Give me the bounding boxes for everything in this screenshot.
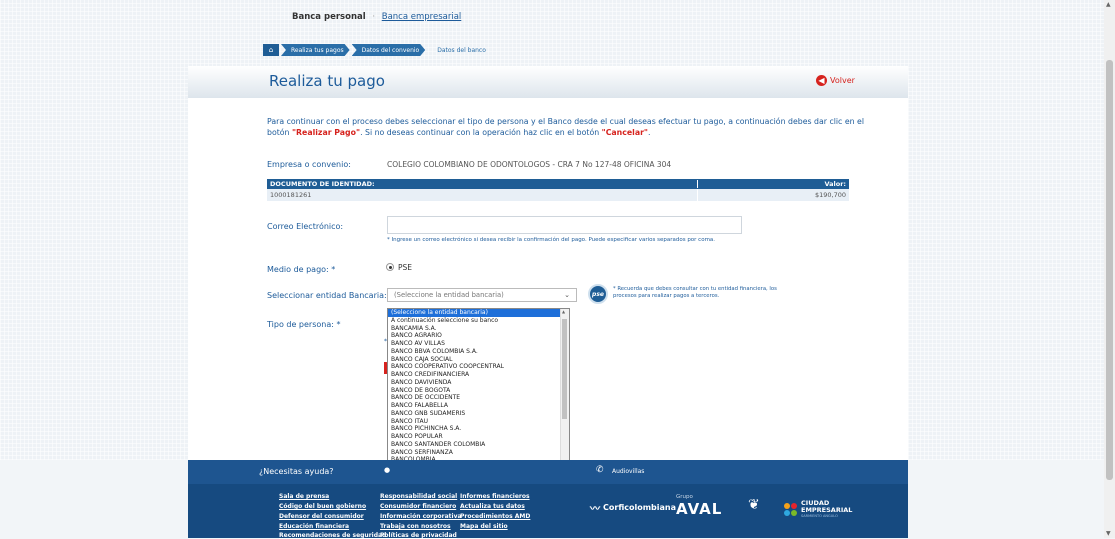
nav-separator: · — [372, 12, 376, 22]
bank-option[interactable]: BANCO DE BOGOTA — [388, 387, 569, 395]
home-icon[interactable]: ⌂ — [263, 44, 279, 56]
breadcrumb-step-convenio[interactable]: Datos del convenio — [352, 44, 426, 56]
bank-option[interactable]: BANCO GNB SUDAMERIS — [388, 410, 569, 418]
chevron-down-icon: ⌄ — [564, 291, 570, 299]
breadcrumb: ⌂ Realiza tus pagos Datos del convenio D… — [263, 44, 492, 56]
intro-part3: . — [648, 128, 651, 137]
top-nav: Banca personal · Banca empresarial — [292, 12, 461, 22]
bird-logo-icon[interactable]: ❦ — [748, 497, 760, 513]
breadcrumb-step-banco: Datos del banco — [437, 46, 486, 54]
bank-option[interactable]: BANCO DAVIVIENDA — [388, 379, 569, 387]
scroll-down-arrow[interactable]: ▼ — [1106, 530, 1111, 537]
footer-link[interactable]: Actualiza tus datos — [460, 503, 525, 510]
bank-option[interactable]: BANCO SERFINANZA — [388, 449, 569, 457]
scroll-up-arrow[interactable]: ▲ — [1106, 1, 1111, 8]
dropdown-scroll-thumb[interactable] — [562, 319, 567, 419]
bank-option[interactable]: BANCO AGRARIO — [388, 332, 569, 340]
colored-dots-icon — [784, 502, 797, 516]
pse-logo-icon: pse — [588, 284, 608, 304]
email-field[interactable] — [387, 216, 742, 234]
banca-personal-link[interactable]: Banca personal — [292, 12, 366, 22]
footer-link[interactable]: Procedimientos AMD — [460, 513, 530, 520]
entidad-label: Seleccionar entidad Bancaria: * — [267, 291, 394, 300]
pse-note: * Recuerda que debes consultar con tu en… — [613, 286, 777, 299]
bank-option[interactable]: BANCO CREDIFINANCIERA — [388, 371, 569, 379]
bank-option[interactable]: BANCO CAJA SOCIAL — [388, 356, 569, 364]
audiovillas-link[interactable]: Audiovillas — [612, 468, 644, 475]
bank-select[interactable]: (Seleccione la entidad bancaria) ⌄ — [387, 288, 577, 302]
empresa-value: COLEGIO COLOMBIANO DE ODONTOLOGOS - CRA … — [387, 160, 672, 169]
footer-link[interactable]: Sala de prensa — [279, 493, 329, 500]
footer-link[interactable]: Trabaja con nosotros — [380, 523, 451, 530]
arrow-left-icon: ◀ — [816, 75, 827, 86]
intro-text: Para continuar con el proceso debes sele… — [267, 116, 867, 138]
document-number: 1000181261 — [270, 191, 312, 199]
bank-option[interactable]: A continuación seleccione su banco — [388, 317, 569, 325]
bank-option[interactable]: BANCO ITAU — [388, 418, 569, 426]
back-label: Volver — [830, 76, 855, 85]
tipo-persona-label: Tipo de persona: * — [267, 320, 341, 329]
footer-link[interactable]: Defensor del consumidor — [279, 513, 364, 520]
swoosh-icon: 〰 — [590, 504, 600, 515]
footer-link[interactable]: Mapa del sitio — [460, 523, 508, 530]
bank-option[interactable]: BANCO DE OCCIDENTE — [388, 394, 569, 402]
bank-select-value: (Seleccione la entidad bancaria) — [394, 291, 504, 299]
dropdown-scroll-up[interactable]: ▲ — [562, 309, 565, 314]
help-title[interactable]: ¿Necesitas ayuda? — [259, 467, 334, 476]
medio-pago-label: Medio de pago: * — [267, 265, 336, 274]
page-header: Realiza tu pago ◀ Volver — [188, 66, 908, 99]
banca-empresarial-link[interactable]: Banca empresarial — [382, 12, 462, 22]
footer-link[interactable]: Educación financiera — [279, 523, 349, 530]
document-table: DOCUMENTO DE IDENTIDAD: Valor: 100018126… — [267, 179, 849, 201]
page-scrollbar[interactable]: ▲ ▼ — [1104, 0, 1115, 538]
bank-option[interactable]: (Seleccione la entidad bancaria) — [388, 309, 569, 317]
page-title: Realiza tu pago — [269, 72, 385, 90]
bank-option[interactable]: BANCO FALABELLA — [388, 402, 569, 410]
email-label: Correo Electrónico: — [267, 222, 344, 231]
bank-option[interactable]: BANCO SANTANDER COLOMBIA — [388, 441, 569, 449]
grupo-aval-logo[interactable]: AVAL — [676, 500, 722, 518]
sarmiento-text: SARMIENTO ANGULO — [801, 514, 838, 518]
phone-icon[interactable]: ✆ — [596, 465, 604, 475]
back-button[interactable]: ◀ Volver — [816, 75, 855, 86]
info-icon[interactable]: ● — [384, 466, 392, 476]
bank-option[interactable]: BANCO COOPERATIVO COOPCENTRAL — [388, 363, 569, 371]
payment-value: $190,700 — [697, 189, 846, 201]
bank-option[interactable]: BANCO POPULAR — [388, 433, 569, 441]
document-header: DOCUMENTO DE IDENTIDAD: — [270, 180, 375, 188]
empresarial-text: EMPRESARIAL — [801, 506, 853, 514]
email-hint: * Ingrese un correo electrónico si desea… — [387, 237, 716, 243]
valor-header: Valor: — [697, 180, 846, 188]
footer-link[interactable]: Responsabilidad social — [380, 493, 457, 500]
pse-radio[interactable] — [386, 263, 394, 271]
corficolombiana-logo[interactable]: 〰 Corficolombiana — [590, 500, 676, 515]
bank-option[interactable]: BANCAMIA S.A. — [388, 325, 569, 333]
footer-link[interactable]: Informes financieros — [460, 493, 530, 500]
intro-cancelar: "Cancelar" — [601, 128, 648, 137]
empresa-label: Empresa o convenio: — [267, 160, 351, 169]
bank-option[interactable]: BANCO AV VILLAS — [388, 340, 569, 348]
footer-link[interactable]: Consumidor financiero — [380, 503, 456, 510]
corficolombiana-text: Corficolombiana — [603, 503, 677, 512]
breadcrumb-step-pagos[interactable]: Realiza tus pagos — [281, 44, 350, 56]
intro-part2: . Si no deseas continuar con la operació… — [360, 128, 602, 137]
scrollbar-thumb[interactable] — [1106, 60, 1113, 480]
intro-realizar-pago: "Realizar Pago" — [291, 128, 361, 137]
footer-link[interactable]: Información corporativa — [380, 513, 462, 520]
footer-link[interactable]: Código del buen gobierno — [279, 503, 366, 510]
bank-option[interactable]: BANCO PICHINCHA S.A. — [388, 425, 569, 433]
document-table-header: DOCUMENTO DE IDENTIDAD: Valor: — [267, 179, 849, 189]
pse-radio-label[interactable]: PSE — [398, 263, 412, 272]
bank-option[interactable]: BANCO BBVA COLOMBIA S.A. — [388, 348, 569, 356]
ciudad-empresarial-logo[interactable]: CIUDAD EMPRESARIAL SARMIENTO ANGULO — [784, 500, 852, 518]
table-row: 1000181261 $190,700 — [267, 189, 849, 201]
